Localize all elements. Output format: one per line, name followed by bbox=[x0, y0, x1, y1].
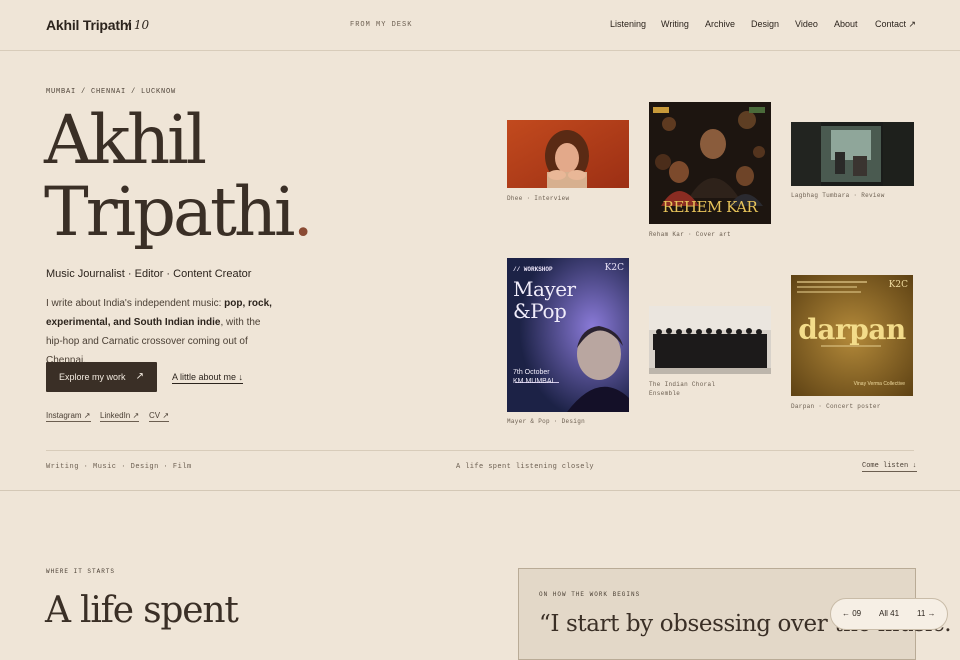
gallery-caption-darpan: Darpan · Concert poster bbox=[791, 403, 881, 410]
explore-work-button[interactable]: Explore my work ↗ bbox=[46, 362, 157, 392]
about-me-link[interactable]: A little about me ↓ bbox=[172, 372, 244, 384]
section-heading: A life spent bbox=[45, 590, 239, 631]
choir-photo-icon bbox=[649, 306, 771, 374]
gallery-caption-mayer-pop: Mayer & Pop · Design bbox=[507, 418, 586, 425]
hero-cities: MUMBAI / CHENNAI / LUCKNOW bbox=[46, 88, 177, 96]
pager-next[interactable]: 11 → bbox=[917, 609, 936, 618]
gallery-caption-rehem-kar: Reham Kar · Cover art bbox=[649, 231, 731, 238]
poster-title: Mayer &Pop bbox=[513, 278, 576, 322]
cv-link[interactable]: CV ↗ bbox=[149, 411, 170, 422]
hero-tagline: Music Journalist · Editor · Content Crea… bbox=[46, 268, 252, 280]
section-eyebrow: WHERE IT STARTS bbox=[46, 568, 116, 575]
k2c-logo: K2C bbox=[888, 280, 908, 290]
poster-footer: Vinay Verma Collective bbox=[853, 381, 905, 387]
gallery-caption-lagbhag-tumbara: Lagbhag Tumbara · Review bbox=[791, 192, 885, 199]
project-pager: ← 09 All 41 11 → bbox=[830, 598, 948, 630]
poster-badge: // WORKSHOP bbox=[513, 266, 553, 273]
choral-caption-line1: The Indian Choral bbox=[649, 381, 716, 388]
street-photo-icon bbox=[791, 122, 914, 186]
album-title: REHEM KAR bbox=[662, 198, 758, 216]
hero-name-first: Akhil bbox=[44, 101, 207, 179]
hero-name-dot: . bbox=[292, 173, 313, 251]
section-divider bbox=[0, 490, 960, 491]
gallery-caption-dhee: Dhee · Interview bbox=[507, 195, 570, 202]
quote-eyebrow: ON HOW THE WORK BEGINS bbox=[539, 591, 641, 598]
linkedin-link[interactable]: LinkedIn ↗ bbox=[100, 411, 140, 422]
come-listen-link[interactable]: Come listen ↓ bbox=[862, 462, 917, 472]
explore-button-label: Explore my work bbox=[59, 372, 126, 382]
gallery-item-choral-ensemble[interactable] bbox=[649, 306, 771, 374]
gallery-item-lagbhag-tumbara[interactable] bbox=[791, 122, 914, 186]
choral-caption-line2: Ensemble bbox=[649, 390, 681, 397]
instagram-link[interactable]: Instagram ↗ bbox=[46, 411, 91, 422]
hero-name-last: Tripathi bbox=[44, 173, 295, 251]
portrait-photo-icon bbox=[507, 120, 629, 188]
strip-motto: A life spent listening closely bbox=[456, 463, 595, 471]
nav-listening[interactable]: Listening bbox=[610, 19, 646, 29]
arrow-up-right-icon: ↗ bbox=[135, 371, 144, 382]
gallery-caption-choral-ensemble: The Indian Choral Ensemble bbox=[649, 380, 715, 398]
poster-date-line1: 7th October bbox=[513, 369, 550, 376]
brand-number: / 10 bbox=[126, 18, 150, 32]
intro-text-start: I write about India's independent music: bbox=[46, 298, 225, 309]
pager-prev[interactable]: ← 09 bbox=[842, 609, 861, 618]
nav-design[interactable]: Design bbox=[751, 19, 779, 29]
site-tagline: FROM MY DESK bbox=[350, 21, 413, 29]
poster-title-line2: &Pop bbox=[513, 299, 567, 323]
k2c-logo: K2C bbox=[604, 263, 624, 273]
nav-contact[interactable]: Contact ↗ bbox=[875, 19, 916, 30]
gallery-item-dhee[interactable] bbox=[507, 120, 629, 188]
strip-divider bbox=[46, 450, 914, 451]
poster-date: 7th October KM MUMBAI bbox=[513, 368, 553, 386]
poster-title: darpan bbox=[798, 313, 906, 346]
top-bar: Akhil Tripathi / 10 FROM MY DESK Listeni… bbox=[0, 0, 960, 51]
pager-all[interactable]: All 41 bbox=[879, 609, 899, 618]
poster-date-line2: KM MUMBAI bbox=[513, 378, 554, 385]
poster-title-line1: Mayer bbox=[513, 277, 576, 301]
gallery-item-mayer-pop[interactable]: // WORKSHOP K2C Mayer &Pop 7th October K… bbox=[507, 258, 629, 412]
hero-name: Akhil Tripathi. bbox=[44, 101, 314, 251]
hero-intro: I write about India's independent music:… bbox=[46, 294, 278, 370]
nav-video[interactable]: Video bbox=[795, 19, 818, 29]
gallery-item-rehem-kar[interactable]: REHEM KAR bbox=[649, 102, 771, 224]
nav-writing[interactable]: Writing bbox=[661, 19, 689, 29]
strip-categories: Writing · Music · Design · Film bbox=[46, 463, 192, 471]
gallery-item-darpan[interactable]: K2C darpan Vinay Verma Collective bbox=[791, 275, 913, 396]
site-brand[interactable]: Akhil Tripathi bbox=[46, 17, 132, 33]
nav-archive[interactable]: Archive bbox=[705, 19, 735, 29]
nav-about[interactable]: About bbox=[834, 19, 858, 29]
